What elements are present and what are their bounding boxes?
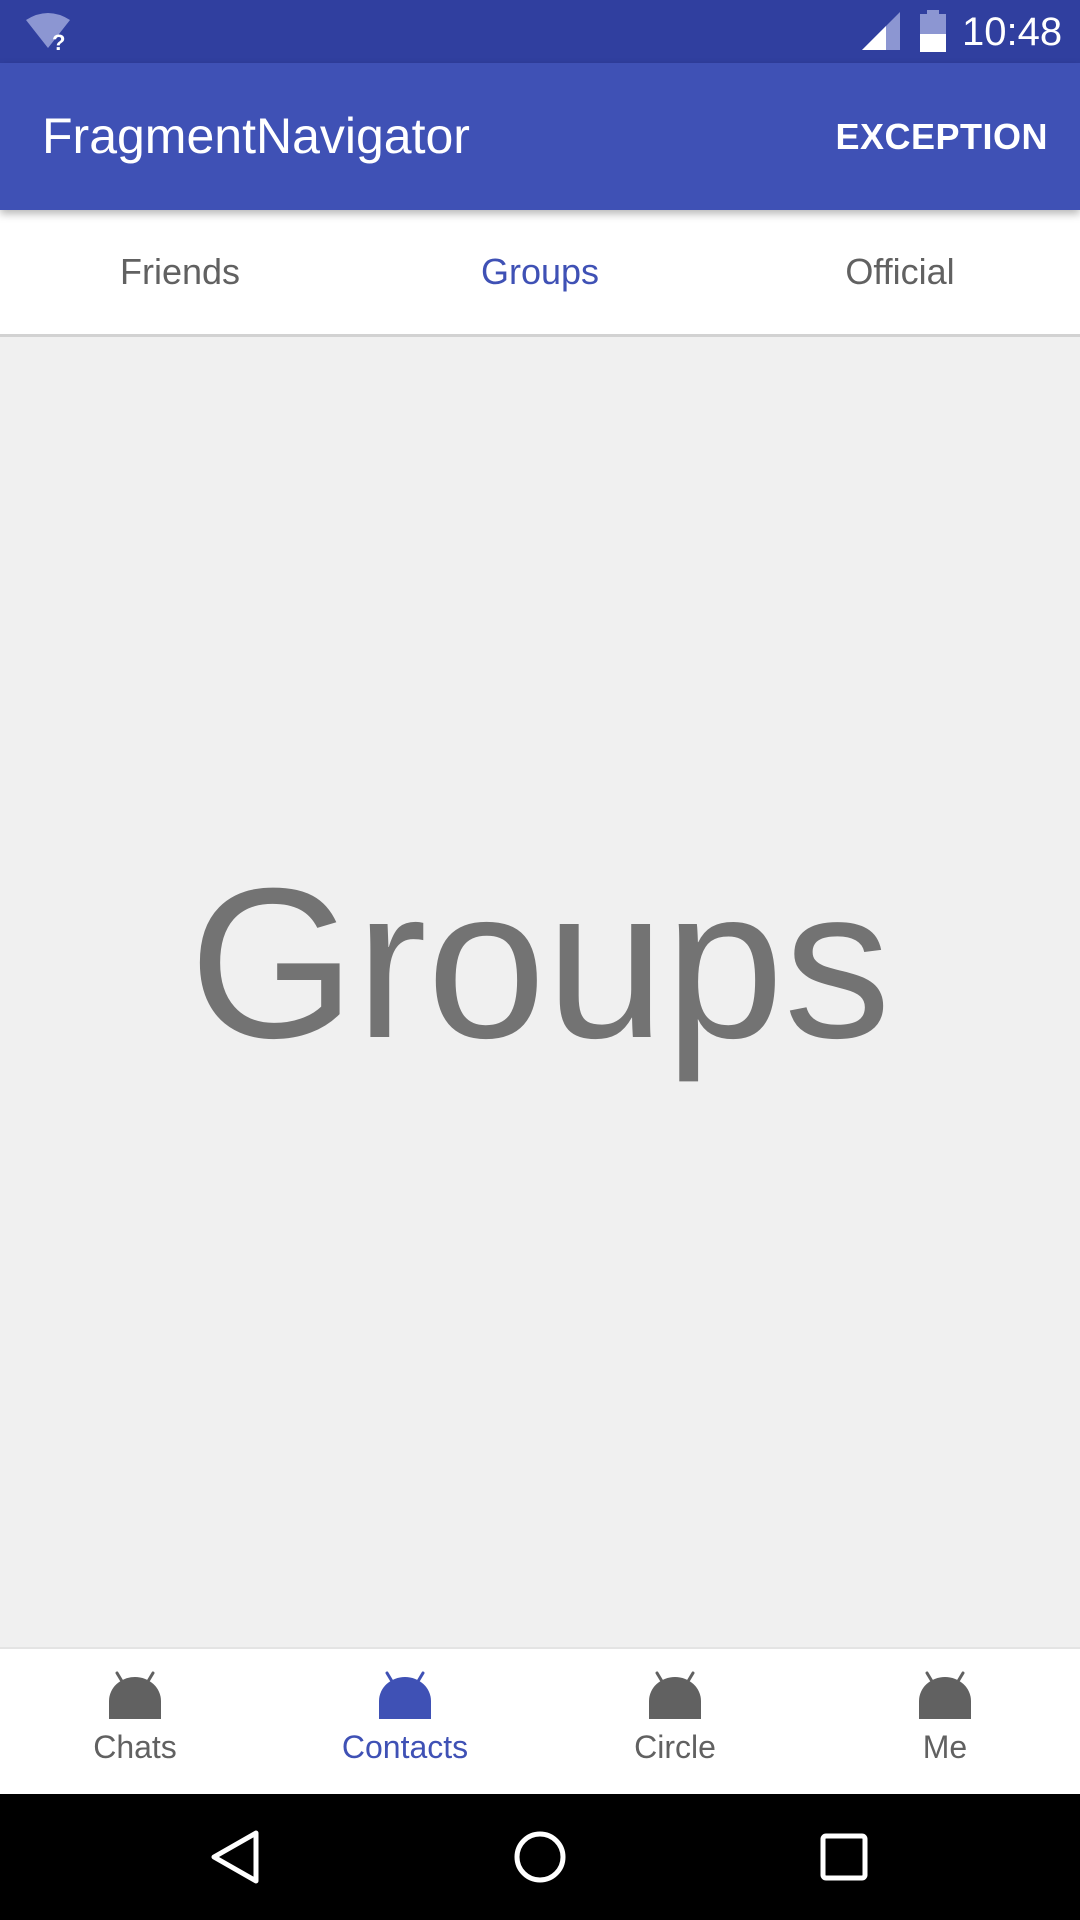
android-head-icon bbox=[919, 1671, 971, 1719]
nav-label-circle: Circle bbox=[634, 1729, 716, 1765]
battery-icon bbox=[920, 10, 946, 52]
recents-icon[interactable] bbox=[814, 1827, 874, 1887]
tab-groups[interactable]: Groups bbox=[360, 210, 720, 334]
nav-item-circle[interactable]: Circle bbox=[540, 1649, 810, 1796]
android-head-icon bbox=[379, 1671, 431, 1719]
tab-friends[interactable]: Friends bbox=[0, 210, 360, 334]
content-label: Groups bbox=[189, 844, 891, 1083]
tab-official[interactable]: Official bbox=[720, 210, 1080, 334]
nav-label-chats: Chats bbox=[93, 1729, 177, 1765]
nav-label-contacts: Contacts bbox=[341, 1729, 469, 1765]
app-title: FragmentNavigator bbox=[42, 108, 470, 164]
android-head-icon bbox=[109, 1671, 161, 1719]
back-icon[interactable] bbox=[206, 1827, 266, 1887]
top-tab-bar: Friends Groups Official bbox=[0, 210, 1080, 337]
android-head-icon bbox=[649, 1671, 701, 1719]
status-bar: ? 10:48 bbox=[0, 0, 1080, 63]
app-bar: FragmentNavigator EXCEPTION bbox=[0, 63, 1080, 210]
svg-text:?: ? bbox=[52, 30, 65, 52]
home-icon[interactable] bbox=[510, 1827, 570, 1887]
nav-item-chats[interactable]: Chats bbox=[0, 1649, 270, 1796]
nav-item-me[interactable]: Me bbox=[810, 1649, 1080, 1796]
bottom-navigation: Chats Contacts Circle Me bbox=[0, 1647, 1080, 1796]
wifi-question-icon: ? bbox=[26, 13, 70, 52]
nav-label-me: Me bbox=[922, 1729, 968, 1765]
status-time: 10:48 bbox=[962, 10, 1063, 54]
nav-item-contacts[interactable]: Contacts bbox=[270, 1649, 540, 1796]
content-area: Groups bbox=[0, 337, 1080, 1647]
exception-button[interactable]: EXCEPTION bbox=[835, 63, 1048, 210]
cell-signal-icon bbox=[862, 12, 900, 50]
system-navigation-bar bbox=[0, 1794, 1080, 1920]
